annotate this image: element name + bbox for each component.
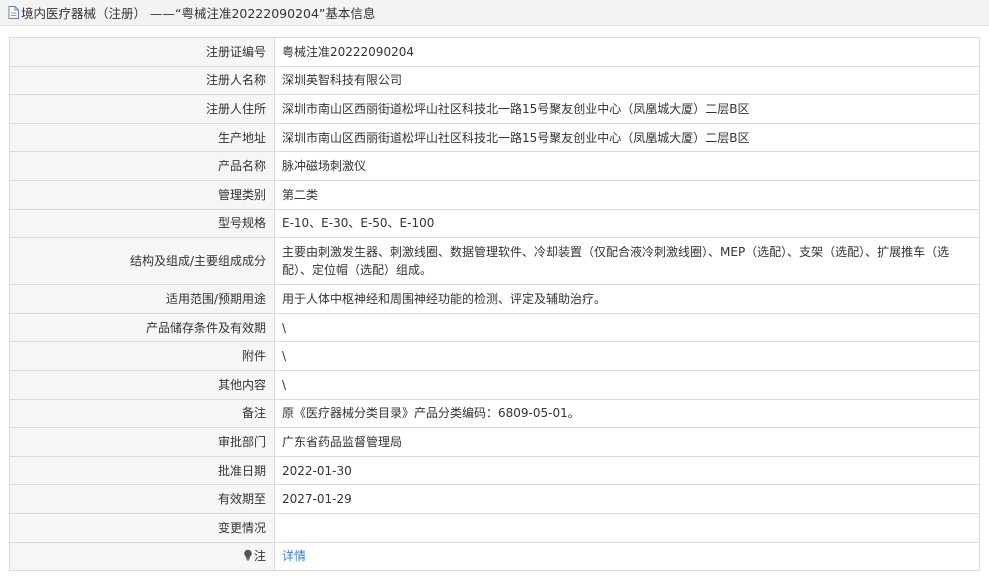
field-value-approval-date: 2022-01-30 — [274, 455, 980, 486]
table-row-note: 注 详情 — [9, 541, 980, 572]
table-row-valid-until: 有效期至 2027-01-29 — [9, 484, 980, 514]
field-value-registrant-name: 深圳英智科技有限公司 — [274, 65, 980, 96]
field-label-storage: 产品储存条件及有效期 — [9, 312, 275, 343]
field-label-remarks: 备注 — [9, 398, 275, 429]
field-value-changes — [274, 512, 980, 543]
field-value-note: 详情 — [274, 541, 980, 572]
page-title: 境内医疗器械（注册） ——“粤械注准20222090204”基本信息 — [21, 6, 376, 21]
field-label-registrant-address: 注册人住所 — [9, 94, 275, 124]
details-link[interactable]: 详情 — [282, 549, 306, 563]
field-label-approval-date: 批准日期 — [9, 455, 275, 486]
field-value-intended-use: 用于人体中枢神经和周围神经功能的检测、评定及辅助治疗。 — [274, 284, 980, 314]
field-value-registrant-address: 深圳市南山区西丽街道松坪山社区科技北一路15号聚友创业中心（凤凰城大厦）二层B区 — [274, 94, 980, 124]
table-row-reg-number: 注册证编号 粤械注准20222090204 — [9, 37, 980, 67]
field-label-management-class: 管理类别 — [9, 179, 275, 210]
table-row-product-name: 产品名称 脉冲磁场刺激仪 — [9, 151, 980, 181]
table-row-registrant-name: 注册人名称 深圳英智科技有限公司 — [9, 65, 980, 96]
table-row-storage: 产品储存条件及有效期 \ — [9, 312, 980, 343]
table-row-intended-use: 适用范围/预期用途 用于人体中枢神经和周围神经功能的检测、评定及辅助治疗。 — [9, 284, 980, 314]
field-value-product-name: 脉冲磁场刺激仪 — [274, 151, 980, 181]
field-label-reg-number: 注册证编号 — [9, 37, 275, 67]
table-row-registrant-address: 注册人住所 深圳市南山区西丽街道松坪山社区科技北一路15号聚友创业中心（凤凰城大厦… — [9, 94, 980, 124]
note-label-text: 注 — [253, 549, 266, 564]
field-value-production-address: 深圳市南山区西丽街道松坪山社区科技北一路15号聚友创业中心（凤凰城大厦）二层B区 — [274, 122, 980, 153]
field-value-other: \ — [274, 369, 980, 400]
field-label-valid-until: 有效期至 — [9, 484, 275, 514]
field-value-remarks: 原《医疗器械分类目录》产品分类编码：6809-05-01。 — [274, 398, 980, 429]
page-header: 境内医疗器械（注册） ——“粤械注准20222090204”基本信息 — [0, 0, 989, 26]
field-label-product-name: 产品名称 — [9, 151, 275, 181]
table-row-management-class: 管理类别 第二类 — [9, 179, 980, 210]
detail-table: 注册证编号 粤械注准20222090204 注册人名称 深圳英智科技有限公司 注册人住所… — [9, 37, 980, 572]
field-value-approval-dept: 广东省药品监督管理局 — [274, 427, 980, 457]
field-label-production-address: 生产地址 — [9, 122, 275, 153]
table-row-approval-dept: 审批部门 广东省药品监督管理局 — [9, 427, 980, 457]
field-label-changes: 变更情况 — [9, 512, 275, 543]
table-row-attachments: 附件 \ — [9, 341, 980, 371]
field-label-approval-dept: 审批部门 — [9, 427, 275, 457]
table-row-approval-date: 批准日期 2022-01-30 — [9, 455, 980, 486]
field-label-other: 其他内容 — [9, 369, 275, 400]
field-value-reg-number: 粤械注准20222090204 — [274, 37, 980, 67]
table-row-structure: 结构及组成/主要组成成分 主要由刺激发生器、刺激线圈、数据管理软件、冷却装置（仅配… — [9, 237, 980, 286]
table-row-remarks: 备注 原《医疗器械分类目录》产品分类编码：6809-05-01。 — [9, 398, 980, 429]
field-value-storage: \ — [274, 312, 980, 343]
table-row-changes: 变更情况 — [9, 512, 980, 543]
field-label-model-spec: 型号规格 — [9, 208, 275, 239]
table-row-other: 其他内容 \ — [9, 369, 980, 400]
field-value-valid-until: 2027-01-29 — [274, 484, 980, 514]
field-value-attachments: \ — [274, 341, 980, 371]
field-label-intended-use: 适用范围/预期用途 — [9, 284, 275, 314]
document-icon — [8, 6, 19, 19]
field-value-structure: 主要由刺激发生器、刺激线圈、数据管理软件、冷却装置（仅配合液冷刺激线圈）、MEP… — [274, 237, 980, 286]
field-label-registrant-name: 注册人名称 — [9, 65, 275, 96]
field-label-structure: 结构及组成/主要组成成分 — [9, 237, 275, 286]
lightbulb-icon — [243, 549, 253, 561]
detail-table-body: 注册证编号 粤械注准20222090204 注册人名称 深圳英智科技有限公司 注册人住所… — [9, 37, 980, 572]
table-row-production-address: 生产地址 深圳市南山区西丽街道松坪山社区科技北一路15号聚友创业中心（凤凰城大厦）… — [9, 122, 980, 153]
field-label-attachments: 附件 — [9, 341, 275, 371]
field-value-model-spec: E-10、E-30、E-50、E-100 — [274, 208, 980, 239]
table-row-model-spec: 型号规格 E-10、E-30、E-50、E-100 — [9, 208, 980, 239]
field-label-note: 注 — [9, 541, 275, 572]
field-value-management-class: 第二类 — [274, 179, 980, 210]
